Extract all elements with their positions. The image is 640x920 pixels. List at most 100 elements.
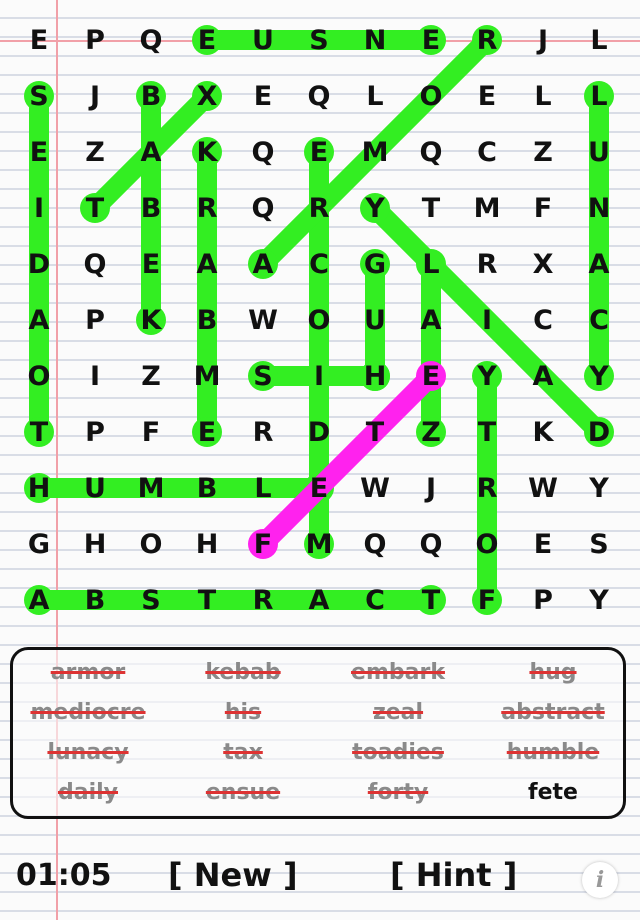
grid-cell[interactable]: S [291,12,347,68]
grid-cell[interactable]: P [515,572,571,628]
grid-cell[interactable]: I [67,348,123,404]
letter-grid-area[interactable]: EPQEUSNERJLSJBXEQLOELLEZAKQEMQCZUITBRQRY… [0,0,640,640]
grid-cell[interactable]: B [179,292,235,348]
grid-cell[interactable]: S [571,516,627,572]
grid-cell[interactable]: I [11,180,67,236]
grid-cell[interactable]: B [179,460,235,516]
grid-cell[interactable]: G [347,236,403,292]
grid-cell[interactable]: Y [459,348,515,404]
grid-cell[interactable]: X [515,236,571,292]
grid-cell[interactable]: A [179,236,235,292]
grid-cell[interactable]: Q [403,124,459,180]
grid-cell[interactable]: D [11,236,67,292]
grid-cell[interactable]: A [571,236,627,292]
grid-cell[interactable]: K [515,404,571,460]
grid-cell[interactable]: N [571,180,627,236]
new-game-button[interactable]: [ New ] [168,856,298,894]
grid-cell[interactable]: B [67,572,123,628]
grid-cell[interactable]: L [347,68,403,124]
grid-cell[interactable]: X [179,68,235,124]
grid-cell[interactable]: D [571,404,627,460]
grid-cell[interactable]: H [347,348,403,404]
grid-cell[interactable]: P [67,12,123,68]
grid-cell[interactable]: T [347,404,403,460]
grid-cell[interactable]: E [11,12,67,68]
grid-cell[interactable]: C [459,124,515,180]
grid-cell[interactable]: L [515,68,571,124]
grid-cell[interactable]: E [123,236,179,292]
grid-cell[interactable]: Q [291,68,347,124]
grid-cell[interactable]: Y [571,572,627,628]
grid-cell[interactable]: Q [123,12,179,68]
grid-cell[interactable]: R [459,460,515,516]
grid-cell[interactable]: P [67,292,123,348]
grid-cell[interactable]: E [179,12,235,68]
grid-cell[interactable]: T [179,572,235,628]
grid-cell[interactable]: T [403,572,459,628]
grid-cell[interactable]: Q [67,236,123,292]
grid-cell[interactable]: I [291,348,347,404]
grid-cell[interactable]: Y [571,348,627,404]
grid-cell[interactable]: U [235,12,291,68]
grid-cell[interactable]: J [515,12,571,68]
grid-cell[interactable]: C [347,572,403,628]
grid-cell[interactable]: Y [347,180,403,236]
grid-cell[interactable]: A [403,292,459,348]
grid-cell[interactable]: E [459,68,515,124]
hint-button[interactable]: [ Hint ] [390,856,517,894]
grid-cell[interactable]: T [11,404,67,460]
grid-cell[interactable]: F [235,516,291,572]
grid-cell[interactable]: F [515,180,571,236]
grid-cell[interactable]: T [403,180,459,236]
grid-cell[interactable]: Z [123,348,179,404]
grid-cell[interactable]: S [11,68,67,124]
grid-cell[interactable]: E [403,348,459,404]
grid-cell[interactable]: Q [235,180,291,236]
grid-cell[interactable]: E [11,124,67,180]
grid-cell[interactable]: R [459,236,515,292]
grid-cell[interactable]: L [571,68,627,124]
grid-cell[interactable]: C [291,236,347,292]
grid-cell[interactable]: K [123,292,179,348]
grid-cell[interactable]: B [123,180,179,236]
info-icon[interactable]: i [582,862,618,898]
grid-cell[interactable]: A [11,572,67,628]
grid-cell[interactable]: Y [571,460,627,516]
grid-cell[interactable]: O [403,68,459,124]
grid-cell[interactable]: M [347,124,403,180]
grid-cell[interactable]: S [235,348,291,404]
grid-cell[interactable]: J [67,68,123,124]
grid-cell[interactable]: G [11,516,67,572]
grid-cell[interactable]: T [67,180,123,236]
grid-cell[interactable]: L [403,236,459,292]
grid-cell[interactable]: B [123,68,179,124]
grid-cell[interactable]: E [179,404,235,460]
grid-cell[interactable]: E [403,12,459,68]
grid-cell[interactable]: Z [403,404,459,460]
grid-cell[interactable]: A [11,292,67,348]
grid-cell[interactable]: W [515,460,571,516]
grid-cell[interactable]: E [291,124,347,180]
grid-cell[interactable]: D [291,404,347,460]
grid-cell[interactable]: M [179,348,235,404]
grid-cell[interactable]: C [571,292,627,348]
grid-cell[interactable]: R [291,180,347,236]
grid-cell[interactable]: O [459,516,515,572]
letter-grid[interactable]: EPQEUSNERJLSJBXEQLOELLEZAKQEMQCZUITBRQRY… [0,0,640,640]
grid-cell[interactable]: Q [347,516,403,572]
grid-cell[interactable]: R [235,404,291,460]
grid-cell[interactable]: E [515,516,571,572]
grid-cell[interactable]: M [291,516,347,572]
grid-cell[interactable]: J [403,460,459,516]
grid-cell[interactable]: H [67,516,123,572]
grid-cell[interactable]: U [347,292,403,348]
grid-cell[interactable]: I [459,292,515,348]
grid-cell[interactable]: Z [67,124,123,180]
grid-cell[interactable]: Q [235,124,291,180]
grid-cell[interactable]: P [67,404,123,460]
grid-cell[interactable]: H [179,516,235,572]
grid-cell[interactable]: F [123,404,179,460]
grid-cell[interactable]: W [235,292,291,348]
grid-cell[interactable]: L [235,460,291,516]
grid-cell[interactable]: A [123,124,179,180]
